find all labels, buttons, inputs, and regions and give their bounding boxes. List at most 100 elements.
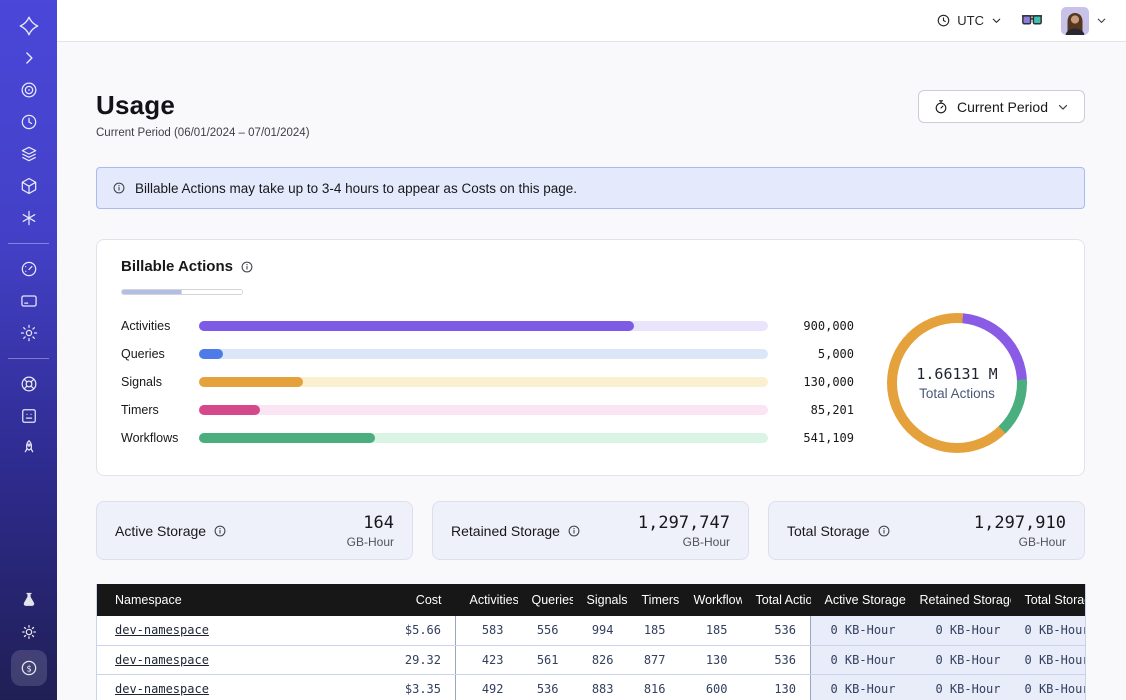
tab-total[interactable]: Total	[122, 290, 181, 295]
bar-fill	[199, 349, 223, 359]
cell-total-storage: 0 KB-Hour	[1011, 616, 1086, 645]
namespace-link[interactable]: dev-namespace	[115, 682, 209, 696]
donut-total-value: 1.66131 M	[916, 365, 997, 383]
chevron-down-icon	[990, 14, 1003, 27]
sidebar-item-schedules[interactable]	[11, 108, 47, 136]
sidebar-item-namespaces[interactable]	[11, 76, 47, 104]
storage-cards: Active Storage 164 GB-Hour Retained Stor…	[96, 501, 1085, 560]
col-namespace: Namespace	[97, 584, 352, 616]
cell-total-actions: 536	[742, 645, 811, 674]
table-row: dev-namespace $3.35 492 536 883 816 600 …	[97, 674, 1086, 700]
donut-chart: 1.66131 M Total Actions	[854, 313, 1060, 453]
bar-value: 541,109	[782, 431, 854, 445]
account-menu[interactable]	[1061, 7, 1108, 35]
bar-track	[199, 433, 768, 443]
bar-track	[199, 349, 768, 359]
bar-track	[199, 321, 768, 331]
tab-daily[interactable]: Daily	[181, 290, 242, 295]
cell-total-actions: 130	[742, 674, 811, 700]
bar-label: Workflows	[121, 431, 185, 445]
bar-label: Signals	[121, 375, 185, 389]
sidebar: $	[0, 0, 57, 700]
period-selector-button[interactable]: Current Period	[918, 90, 1085, 123]
active-storage-label: Active Storage	[115, 523, 206, 539]
cell-timers: 816	[628, 674, 680, 700]
col-total-storage: Total Storage	[1011, 584, 1086, 616]
settings-gear-icon	[19, 323, 39, 343]
cell-retained-storage: 0 KB-Hour	[906, 645, 1011, 674]
namespace-link[interactable]: dev-namespace	[115, 653, 209, 667]
timezone-label: UTC	[957, 13, 984, 28]
bar-chart: Activities 900,000 Queries 5,000 Signals	[121, 313, 854, 453]
bar-label: Queries	[121, 347, 185, 361]
info-icon[interactable]	[877, 524, 891, 538]
bar-track	[199, 377, 768, 387]
donut-total-label: Total Actions	[919, 386, 995, 401]
namespaces-icon	[19, 80, 39, 100]
bar-value: 5,000	[782, 347, 854, 361]
bar-row-timers: Timers 85,201	[121, 401, 854, 419]
sidebar-item-nexus[interactable]	[11, 204, 47, 232]
bar-fill	[199, 321, 634, 331]
cell-signals: 994	[573, 616, 628, 645]
cell-signals: 826	[573, 645, 628, 674]
sidebar-item-getting-started[interactable]	[11, 434, 47, 462]
donut-ring: 1.66131 M Total Actions	[887, 313, 1027, 453]
bar-fill	[199, 433, 375, 443]
page-header: Usage Current Period (06/01/2024 – 07/01…	[96, 90, 1085, 139]
feedback-glasses-button[interactable]	[1021, 13, 1043, 28]
stopwatch-icon	[933, 99, 949, 115]
glasses-icon	[1021, 13, 1043, 28]
billable-actions-card: Billable Actions Total Daily Activities …	[96, 239, 1085, 476]
theme-sun-icon	[19, 622, 39, 642]
avatar	[1061, 7, 1089, 35]
sidebar-item-theme[interactable]	[11, 618, 47, 646]
billing-card-icon	[19, 291, 39, 311]
active-storage-card: Active Storage 164 GB-Hour	[96, 501, 413, 560]
cell-total-storage: 0 KB-Hour	[1011, 645, 1086, 674]
cell-activities: 583	[456, 616, 518, 645]
sidebar-item-support[interactable]	[11, 370, 47, 398]
cell-cost: 29.32	[352, 645, 456, 674]
bar-label: Timers	[121, 403, 185, 417]
nexus-asterisk-icon	[19, 208, 39, 228]
cell-activities: 492	[456, 674, 518, 700]
sidebar-item-settings[interactable]	[11, 319, 47, 347]
billable-info-icon[interactable]	[240, 260, 254, 274]
col-queries: Queries	[518, 584, 573, 616]
layers-icon	[19, 144, 39, 164]
sidebar-item-usage[interactable]	[11, 255, 47, 283]
temporal-logo	[18, 15, 40, 37]
total-daily-toggle: Total Daily	[121, 289, 243, 295]
sidebar-item-home[interactable]	[11, 12, 47, 40]
clock-icon	[936, 13, 951, 28]
info-icon[interactable]	[213, 524, 227, 538]
bar-row-activities: Activities 900,000	[121, 317, 854, 335]
bar-label: Activities	[121, 319, 185, 333]
sidebar-item-expand[interactable]	[11, 44, 47, 72]
bar-row-workflows: Workflows 541,109	[121, 429, 854, 447]
namespace-link[interactable]: dev-namespace	[115, 623, 209, 637]
sidebar-item-usage-billing-active[interactable]: $	[11, 650, 47, 686]
sidebar-item-labs[interactable]	[11, 586, 47, 614]
total-storage-value: 1,297,910	[974, 513, 1066, 533]
page-title: Usage	[96, 90, 310, 121]
cell-signals: 883	[573, 674, 628, 700]
timezone-dropdown[interactable]: UTC	[936, 13, 1003, 28]
labs-flask-icon	[19, 590, 39, 610]
sidebar-item-billing[interactable]	[11, 287, 47, 315]
topbar: UTC	[57, 0, 1126, 42]
chevron-down-icon	[1095, 14, 1108, 27]
usage-dollar-icon: $	[19, 658, 39, 678]
info-icon[interactable]	[567, 524, 581, 538]
cube-icon	[19, 176, 39, 196]
cell-timers: 877	[628, 645, 680, 674]
sidebar-item-batch[interactable]	[11, 172, 47, 200]
info-icon	[112, 181, 126, 195]
sidebar-item-deployments[interactable]	[11, 140, 47, 168]
col-retained-storage: Retained Storage	[906, 584, 1011, 616]
retained-storage-label: Retained Storage	[451, 523, 560, 539]
info-banner: Billable Actions may take up to 3-4 hour…	[96, 167, 1085, 209]
sidebar-item-feedback[interactable]	[11, 402, 47, 430]
chevron-down-icon	[1056, 100, 1070, 114]
